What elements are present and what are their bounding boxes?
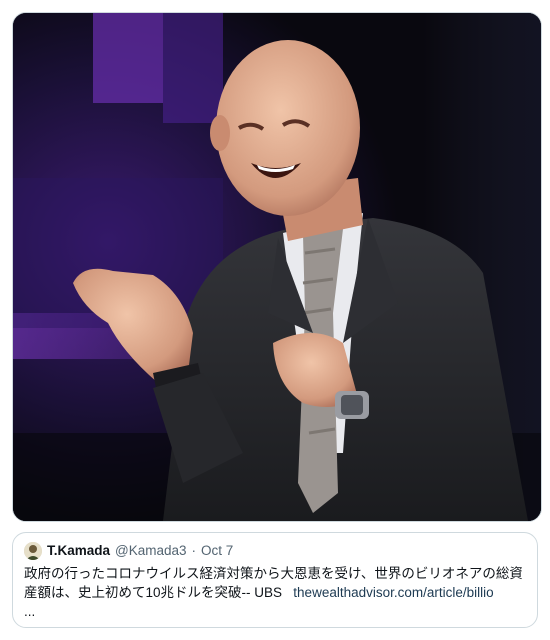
laughing-man-photo-icon [13,13,541,521]
truncation-ellipsis: ... [24,604,36,619]
avatar-photo-icon [24,542,42,560]
tweet-media-image[interactable] [12,12,542,522]
quoted-tweet-header: T.Kamada @Kamada3 · Oct 7 [24,542,526,560]
quoted-tweet-card[interactable]: T.Kamada @Kamada3 · Oct 7 政府の行ったコロナウイルス経… [12,532,538,628]
author-avatar[interactable] [24,542,42,560]
article-link[interactable]: thewealthadvisor.com/article/billio [293,585,493,600]
author-name[interactable]: T.Kamada [47,542,110,560]
separator-dot: · [191,543,197,558]
post-date[interactable]: Oct 7 [201,542,233,560]
author-handle[interactable]: @Kamada3 [115,542,187,560]
quoted-tweet-text: 政府の行ったコロナウイルス経済対策から大恩恵を受け、世界のビリオネアの総資産額は… [24,564,526,621]
